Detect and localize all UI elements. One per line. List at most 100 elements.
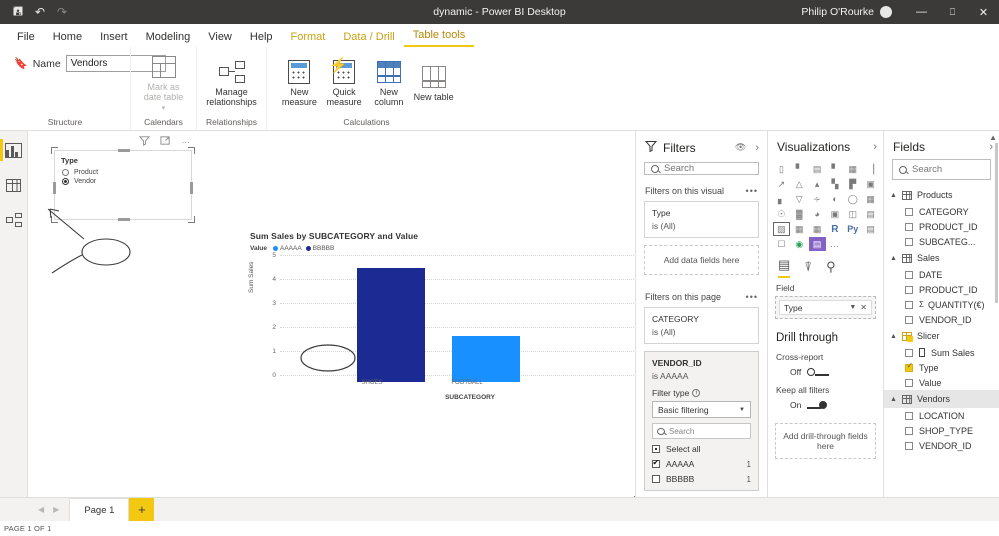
filter-values-search-input[interactable]: Search [652, 423, 751, 439]
filter-card-vendor-id[interactable]: VENDOR_ID is AAAAA Filter type i Basic f… [644, 351, 759, 491]
field-item-vendor-id[interactable]: VENDOR_ID [884, 438, 999, 453]
filled-map-icon[interactable]: ▓ [791, 207, 808, 221]
new-column-button[interactable]: New column [367, 56, 412, 108]
fields-table-slicer[interactable]: ▲ Slicer [884, 327, 999, 345]
remove-field-icon[interactable]: ✕ [860, 303, 867, 312]
checkbox-icon[interactable] [905, 378, 913, 387]
arcgis-map-icon[interactable]: ◉ [791, 237, 808, 251]
map-icon[interactable]: ☉ [773, 207, 790, 221]
bar-football[interactable] [452, 336, 520, 382]
gauge-icon[interactable]: ◕ [809, 207, 826, 221]
more-options-icon[interactable]: ••• [746, 186, 758, 196]
ribbon-chart-icon[interactable]: ▣ [862, 177, 879, 191]
paginated-report-icon[interactable]: ▤ [808, 237, 826, 251]
cross-report-toggle[interactable] [807, 368, 830, 376]
page-tab-page-1[interactable]: Page 1 [69, 498, 130, 521]
scatter-chart-icon[interactable]: ∻ [809, 192, 826, 206]
model-view-button[interactable] [0, 209, 28, 231]
100-stacked-column-chart-icon[interactable]: ▕ [862, 162, 879, 176]
expand-chevron-icon[interactable]: › [755, 142, 759, 154]
table-icon[interactable]: ▦ [791, 222, 808, 236]
next-page-icon[interactable]: ▶ [53, 505, 59, 514]
field-item-vendor-id[interactable]: VENDOR_ID [884, 312, 999, 327]
filter-type-select[interactable]: Basic filtering ▼ [652, 401, 751, 418]
clustered-column-chart-icon[interactable]: ▘ [827, 162, 844, 176]
pie-chart-icon[interactable]: ◐ [827, 192, 844, 206]
new-measure-button[interactable]: New measure [277, 56, 322, 108]
donut-chart-icon[interactable]: ◯ [844, 192, 861, 206]
field-item-subcategory[interactable]: SUBCATEG... [884, 234, 999, 249]
checkbox-icon[interactable] [905, 426, 913, 435]
tab-data-drill[interactable]: Data / Drill [334, 29, 403, 47]
checkbox-icon[interactable] [905, 300, 913, 309]
quick-measure-button[interactable]: ⚡ Quick measure [322, 56, 367, 108]
report-view-button[interactable] [0, 139, 28, 161]
funnel-chart-icon[interactable]: ▽ [791, 192, 808, 206]
treemap-icon[interactable]: ▦ [862, 192, 879, 206]
decomposition-tree-icon[interactable]: ▤ [862, 222, 879, 236]
filter-value-select-all[interactable]: Select all [652, 444, 751, 454]
stacked-area-chart-icon[interactable]: ▴ [809, 177, 826, 191]
focus-mode-icon[interactable] [159, 134, 171, 146]
python-visual-icon[interactable]: Py [844, 222, 861, 236]
clustered-bar-chart-icon[interactable]: ▤ [809, 162, 826, 176]
resize-handle-b[interactable] [118, 218, 130, 221]
filter-value-aaaaa[interactable]: AAAAA 1 [652, 458, 751, 469]
checkbox-icon[interactable] [905, 222, 913, 231]
resize-handle-l[interactable] [53, 182, 56, 194]
magnifier-analytics-icon[interactable]: ⚲ [826, 259, 836, 278]
info-icon[interactable]: i [692, 389, 701, 397]
q-and-a-icon[interactable]: ☐ [773, 237, 790, 251]
maximize-button[interactable]: ⎕ [937, 0, 968, 24]
new-table-button[interactable]: New table [411, 61, 456, 103]
redo-icon[interactable]: ↷ [52, 3, 72, 21]
fields-table-products[interactable]: ▲ Products [884, 186, 999, 204]
expand-chevron-icon[interactable]: › [873, 141, 877, 153]
fields-search-input[interactable]: Search [892, 159, 991, 180]
tab-format[interactable]: Format [282, 29, 335, 47]
filter-card-type[interactable]: Type is (All) [644, 201, 759, 238]
cross-report-toggle-row[interactable]: Off [768, 362, 883, 377]
resize-handle-t[interactable] [118, 149, 130, 152]
add-drill-through-fields-dropzone[interactable]: Add drill-through fields here [775, 423, 876, 459]
bar-shoes[interactable] [357, 268, 425, 382]
filter-card-category[interactable]: CATEGORY is (All) [644, 307, 759, 344]
field-item-sum-sales[interactable]: Sum Sales [884, 345, 999, 360]
100-stacked-bar-chart-icon[interactable]: ▦ [844, 162, 861, 176]
field-item-date[interactable]: DATE [884, 267, 999, 282]
add-page-button[interactable]: + [129, 498, 155, 521]
matrix-icon[interactable]: ▦ [809, 222, 826, 236]
area-chart-icon[interactable]: △ [791, 177, 808, 191]
fields-table-sales[interactable]: ▲ Sales [884, 249, 999, 267]
field-chip-type[interactable]: Type ▼ ✕ [779, 300, 872, 315]
keep-all-filters-toggle[interactable] [807, 401, 829, 409]
tab-home[interactable]: Home [44, 29, 91, 47]
checkbox-icon[interactable] [905, 411, 913, 420]
checkbox-icon[interactable] [905, 285, 913, 294]
more-visuals-icon[interactable]: … [827, 237, 844, 251]
checkbox-icon[interactable] [905, 237, 913, 246]
expand-chevron-icon[interactable]: › [989, 141, 993, 153]
field-item-category[interactable]: CATEGORY [884, 204, 999, 219]
stacked-column-chart-icon[interactable]: ▘ [791, 162, 808, 176]
legend-item-aaaaa[interactable]: AAAAA [272, 245, 302, 252]
field-item-value[interactable]: Value [884, 375, 999, 390]
save-icon[interactable]: 🖪 [8, 3, 28, 21]
fields-well-icon[interactable]: ▤ [778, 257, 791, 278]
fields-table-vendors[interactable]: ▲ Vendors [884, 390, 999, 408]
checkbox-icon[interactable] [905, 207, 913, 216]
add-data-fields-dropzone[interactable]: Add data fields here [644, 245, 759, 275]
field-item-product-id[interactable]: PRODUCT_ID [884, 219, 999, 234]
checkbox-icon[interactable] [905, 270, 913, 279]
hide-pane-icon[interactable]: 👁 [735, 142, 746, 154]
multi-row-card-icon[interactable]: ◫ [844, 207, 861, 221]
field-item-location[interactable]: LOCATION [884, 408, 999, 423]
kpi-icon[interactable]: ▤ [862, 207, 879, 221]
tab-modeling[interactable]: Modeling [137, 29, 200, 47]
prev-page-icon[interactable]: ◀ [38, 505, 44, 514]
checkbox-icon[interactable] [905, 348, 913, 357]
legend-item-bbbbb[interactable]: BBBBB [305, 245, 334, 252]
slicer-icon[interactable]: ▨ [773, 222, 790, 236]
resize-handle-br[interactable] [188, 216, 195, 223]
checkbox-checked-icon[interactable] [905, 361, 913, 372]
